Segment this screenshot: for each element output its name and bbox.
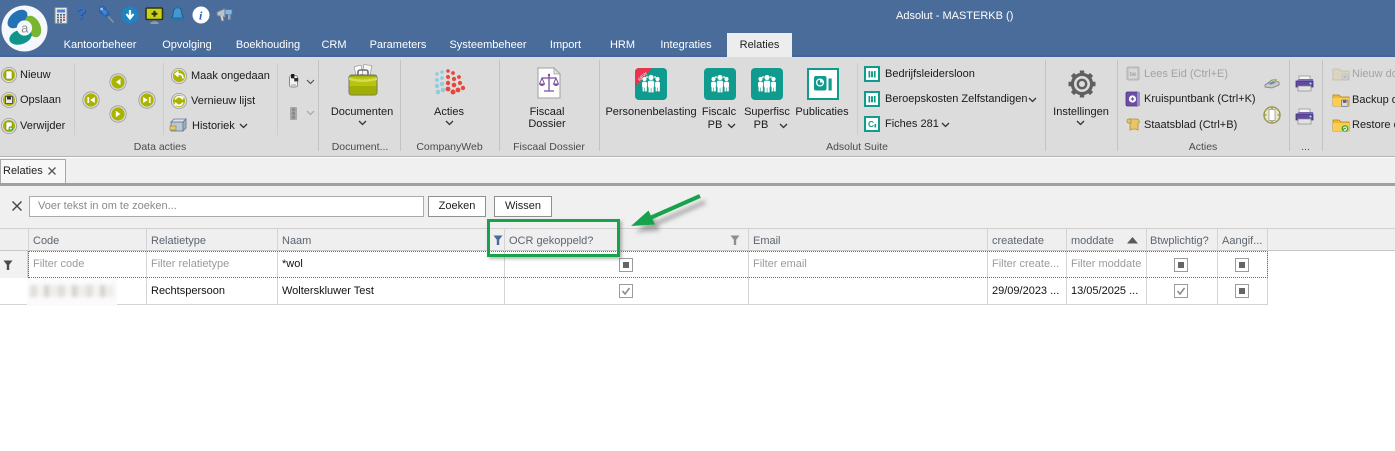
svg-text:a: a [21, 22, 28, 36]
svg-text:be: be [1130, 72, 1137, 78]
svg-text:C: C [868, 119, 874, 129]
